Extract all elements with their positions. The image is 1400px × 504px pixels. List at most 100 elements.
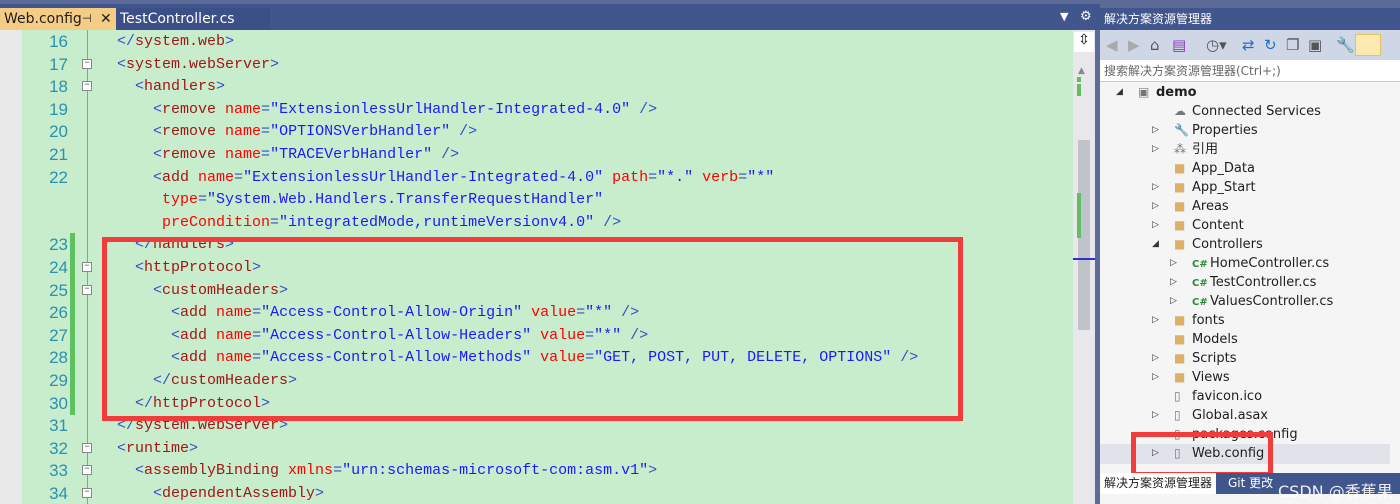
scroll-up-icon[interactable]: ▲	[1078, 66, 1085, 76]
collapsed-arrow-icon[interactable]: ▷	[1152, 349, 1159, 368]
code-line[interactable]: 17− <system.webServer>	[0, 53, 1073, 76]
code-line[interactable]: 34− <dependentAssembly>	[0, 482, 1073, 504]
tree-item[interactable]: ▷ 🔧 Properties	[1152, 121, 1258, 140]
tab-git-changes[interactable]: Git 更改	[1224, 473, 1277, 494]
xml-punctuation: <	[81, 100, 163, 118]
tree-item[interactable]: ▷ ■ fonts	[1152, 311, 1225, 330]
change-marker	[1077, 193, 1081, 238]
preview-toggle-button[interactable]	[1355, 34, 1381, 56]
tree-item-label: ValuesController.cs	[1210, 294, 1334, 309]
xml-tag-name: remove	[162, 100, 226, 118]
tree-item[interactable]: ▷ C# TestController.cs	[1170, 273, 1316, 292]
xml-tag-name: remove	[162, 146, 226, 163]
code-line[interactable]: 20 <remove name="OPTIONSVerbHandler" />	[0, 120, 1073, 143]
expanded-arrow-icon[interactable]: ◢	[1116, 83, 1123, 102]
line-number: 30	[49, 393, 68, 413]
refresh-icon[interactable]: ↻	[1264, 36, 1277, 54]
code-line[interactable]: 21 <remove name="TRACEVerbHandler" />	[0, 143, 1073, 166]
collapsed-arrow-icon[interactable]: ▷	[1152, 140, 1159, 159]
tree-item[interactable]: ▷ ■ Areas	[1152, 197, 1229, 216]
collapse-all-icon[interactable]: ❐	[1286, 36, 1299, 54]
forward-icon[interactable]: ▶	[1128, 36, 1140, 54]
xml-attribute: verb	[693, 168, 739, 186]
xml-punctuation: =	[234, 168, 244, 186]
pin-icon[interactable]: ⊣	[82, 8, 92, 30]
collapsed-arrow-icon[interactable]: ▷	[1152, 406, 1159, 425]
xml-value: "integratedMode,runtimeVersionv4.0"	[279, 213, 595, 231]
tree-item[interactable]: ▷ C# ValuesController.cs	[1170, 292, 1334, 311]
tree-item[interactable]: ▷ C# HomeController.cs	[1170, 254, 1329, 273]
code-text: <runtime>	[81, 437, 198, 460]
tree-item[interactable]: ■ Models	[1174, 330, 1238, 349]
collapsed-arrow-icon[interactable]: ▷	[1152, 311, 1159, 330]
tree-item-label: Content	[1192, 218, 1244, 233]
tree-item[interactable]: ▷ ■ Scripts	[1152, 349, 1236, 368]
xml-punctuation: =	[738, 168, 748, 186]
tree-item[interactable]: ▷ ▯ Global.asax	[1152, 406, 1268, 425]
file-icon: ▯	[1174, 389, 1181, 403]
wrench-icon[interactable]: 🔧	[1336, 36, 1355, 54]
tree-item[interactable]: ◢ ▣ demo	[1116, 83, 1197, 102]
code-text: <handlers>	[81, 75, 225, 98]
show-all-files-icon[interactable]: ▣	[1308, 36, 1322, 54]
line-number: 28	[49, 348, 68, 368]
tab-label: TestController.cs	[120, 11, 235, 27]
tree-item[interactable]: ☁ Connected Services	[1174, 102, 1321, 121]
back-icon[interactable]: ◀	[1106, 36, 1118, 54]
expanded-arrow-icon[interactable]: ◢	[1152, 235, 1159, 254]
tree-item[interactable]: ▷ ■ Views	[1152, 368, 1230, 387]
line-number: 16	[49, 32, 68, 51]
code-line[interactable]: type="System.Web.Handlers.TransferReques…	[0, 188, 1073, 211]
code-text: <remove name="OPTIONSVerbHandler" />	[81, 120, 477, 143]
collapsed-arrow-icon[interactable]: ▷	[1170, 292, 1177, 311]
xml-punctuation: />	[450, 123, 478, 141]
search-input[interactable]: 搜索解决方案资源管理器(Ctrl+;)	[1100, 60, 1400, 82]
code-text: </system.web>	[81, 30, 234, 53]
split-editor-icon[interactable]: ⇳	[1074, 32, 1094, 52]
xml-value: "ExtensionlessUrlHandler-Integrated-4.0"	[243, 168, 604, 186]
code-line[interactable]: 33− <assemblyBinding xmlns="urn:schemas-…	[0, 459, 1073, 482]
xml-attribute: name	[225, 146, 262, 163]
xml-punctuation: >	[189, 439, 199, 457]
code-line[interactable]: preCondition="integratedMode,runtimeVers…	[0, 211, 1073, 234]
collapsed-arrow-icon[interactable]: ▷	[1152, 121, 1159, 140]
code-line[interactable]: 16 </system.web>	[0, 30, 1073, 53]
chevron-down-icon[interactable]: ▼	[1060, 10, 1068, 23]
xml-attribute: name	[198, 168, 235, 186]
tree-item[interactable]: ◢ ■ Controllers	[1152, 235, 1263, 254]
folder-icon: ■	[1174, 370, 1186, 384]
collapsed-arrow-icon[interactable]: ▷	[1152, 216, 1159, 235]
wrench-icon: 🔧	[1174, 123, 1189, 137]
code-line[interactable]: 32− <runtime>	[0, 437, 1073, 460]
code-text: <system.webServer>	[81, 53, 279, 76]
tree-item[interactable]: ▷ ■ Content	[1152, 216, 1244, 235]
tree-item[interactable]: ▷ ⁂ 引用	[1152, 140, 1218, 159]
references-icon: ⁂	[1174, 142, 1186, 156]
collapsed-arrow-icon[interactable]: ▷	[1152, 178, 1159, 197]
collapsed-arrow-icon[interactable]: ▷	[1170, 273, 1177, 292]
code-line[interactable]: 18− <handlers>	[0, 75, 1073, 98]
gear-icon[interactable]: ⚙	[1080, 9, 1092, 24]
code-line[interactable]: 19 <remove name="ExtensionlessUrlHandler…	[0, 98, 1073, 121]
tree-item[interactable]: ▷ ■ App_Start	[1152, 178, 1256, 197]
close-icon[interactable]: ✕	[100, 8, 112, 30]
code-line[interactable]: 22 <add name="ExtensionlessUrlHandler-In…	[0, 166, 1073, 189]
xml-punctuation: />	[594, 213, 622, 231]
xml-punctuation: =	[648, 168, 658, 186]
collapsed-arrow-icon[interactable]: ▷	[1152, 197, 1159, 216]
sync-icon[interactable]: ⇄	[1242, 36, 1255, 54]
tree-item[interactable]: ■ App_Data	[1174, 159, 1255, 178]
line-number: 29	[49, 371, 68, 390]
collapsed-arrow-icon[interactable]: ▷	[1152, 368, 1159, 387]
tab-testcontroller[interactable]: TestController.cs	[116, 8, 270, 30]
xml-value: "OPTIONSVerbHandler"	[270, 123, 451, 141]
collapsed-arrow-icon[interactable]: ▷	[1170, 254, 1177, 273]
tree-item[interactable]: ▯ favicon.ico	[1174, 387, 1262, 406]
home-icon[interactable]: ⌂	[1150, 36, 1160, 54]
change-indicator	[70, 323, 75, 347]
tab-solution-explorer[interactable]: 解决方案资源管理器	[1100, 473, 1217, 494]
tab-label: Web.config	[4, 11, 82, 27]
tab-web-config[interactable]: Web.config ⊣ ✕	[0, 8, 116, 30]
pending-changes-icon[interactable]: ◷▾	[1206, 36, 1227, 54]
switch-view-icon[interactable]: ▤	[1172, 36, 1186, 54]
